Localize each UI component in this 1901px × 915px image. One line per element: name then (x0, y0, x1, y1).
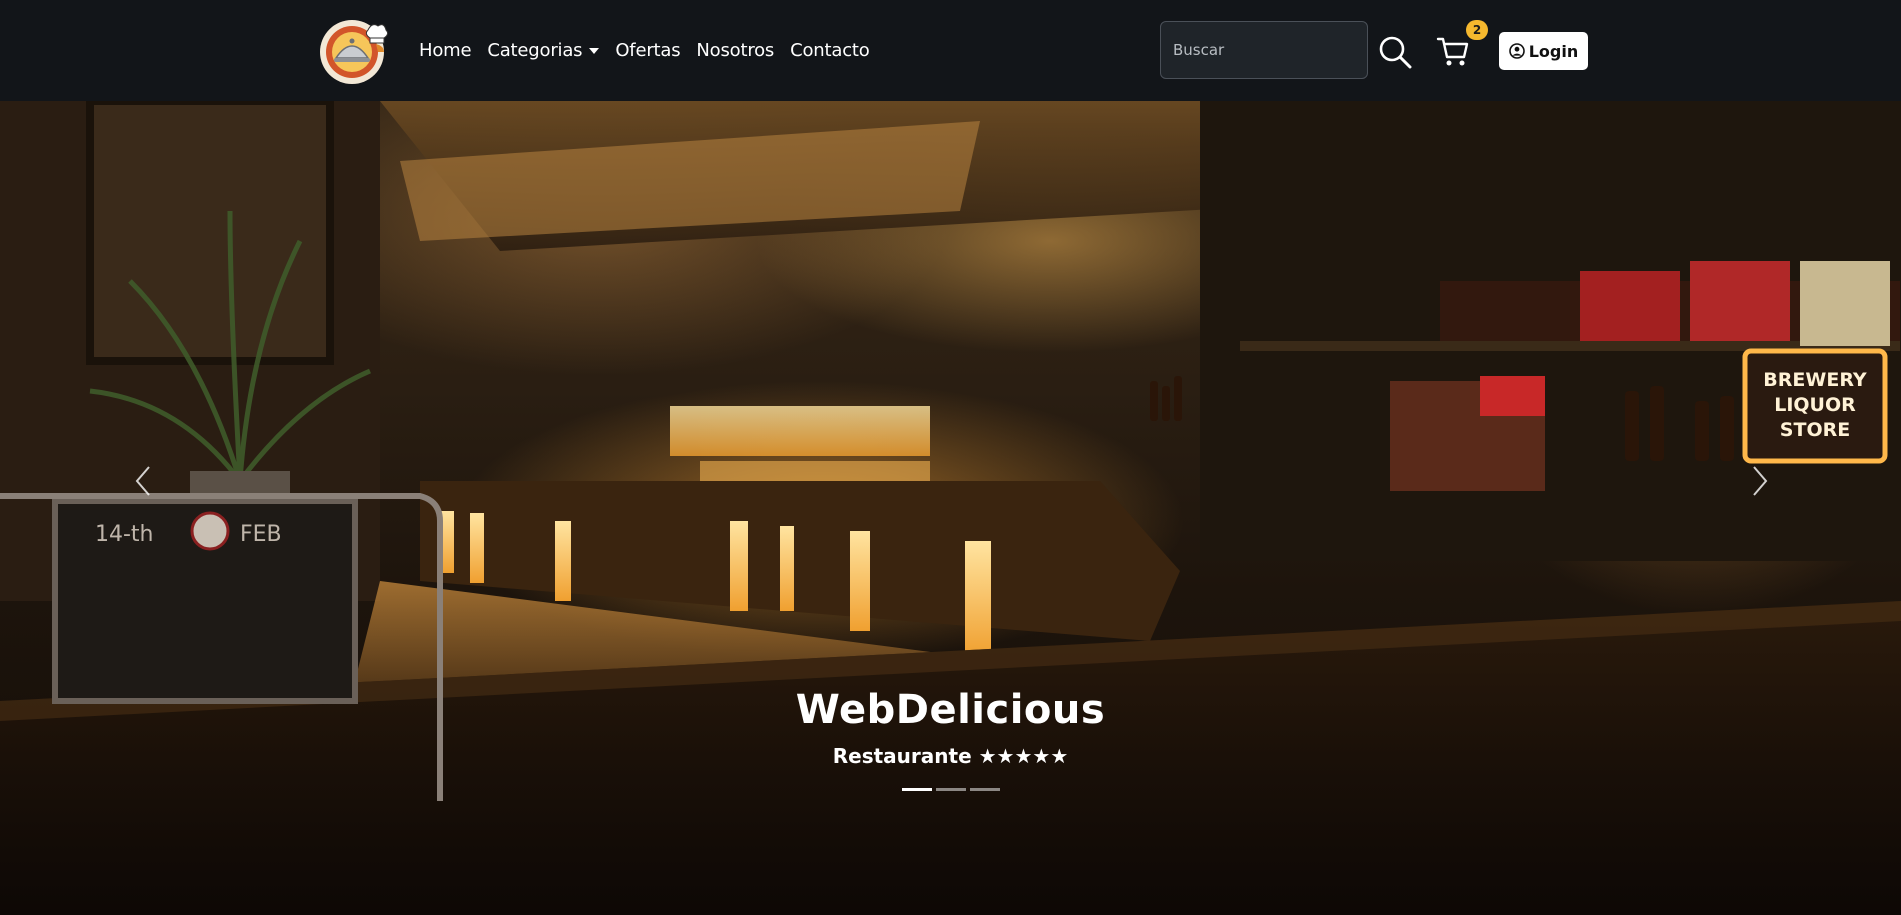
search-input[interactable] (1160, 21, 1368, 79)
hero-subtitle: Restaurante ★★★★★ (832, 744, 1069, 768)
nav-link-offers[interactable]: Ofertas (615, 40, 680, 61)
search-button[interactable] (1378, 35, 1412, 69)
search-icon (1379, 36, 1412, 69)
login-button[interactable]: Login (1499, 32, 1588, 70)
chevron-left-icon (135, 466, 150, 496)
svg-text:STORE: STORE (1780, 419, 1850, 441)
brand-logo[interactable] (316, 14, 394, 86)
nav-link-categories[interactable]: Categorias (487, 40, 600, 61)
cart-icon (1436, 37, 1469, 66)
user-circle-icon (1508, 43, 1525, 59)
svg-text:BREWERY: BREWERY (1763, 369, 1867, 391)
carousel-next-button[interactable] (1730, 441, 1790, 521)
logo-icon (320, 20, 389, 84)
nav-link-contact[interactable]: Contacto (790, 40, 870, 61)
carousel-indicator-1[interactable] (902, 788, 932, 791)
cart-count-badge: 2 (1466, 20, 1488, 40)
hero-image: BREWERY LIQUOR STORE 14-th FEB (0, 101, 1901, 915)
carousel-indicator-2[interactable] (936, 788, 966, 791)
svg-text:14-th: 14-th (95, 522, 154, 547)
hero-carousel: BREWERY LIQUOR STORE 14-th FEB (0, 101, 1901, 915)
nav-link-home[interactable]: Home (419, 40, 472, 61)
chevron-down-icon (589, 47, 600, 54)
carousel-indicator-3[interactable] (970, 788, 1000, 791)
top-navbar: Home Categorias Ofertas Nosotros Contact… (0, 0, 1901, 101)
hero-title: WebDelicious (795, 687, 1106, 733)
svg-text:FEB: FEB (240, 522, 282, 547)
chevron-right-icon (1753, 466, 1768, 496)
nav-link-about[interactable]: Nosotros (696, 40, 774, 61)
carousel-indicators (900, 788, 1002, 791)
nav-links: Home Categorias Ofertas Nosotros Contact… (419, 0, 886, 101)
nav-link-categories-label: Categorias (487, 40, 583, 61)
carousel-prev-button[interactable] (113, 441, 173, 521)
svg-text:LIQUOR: LIQUOR (1774, 394, 1856, 416)
cart-button[interactable] (1436, 35, 1470, 69)
login-label: Login (1528, 41, 1579, 61)
